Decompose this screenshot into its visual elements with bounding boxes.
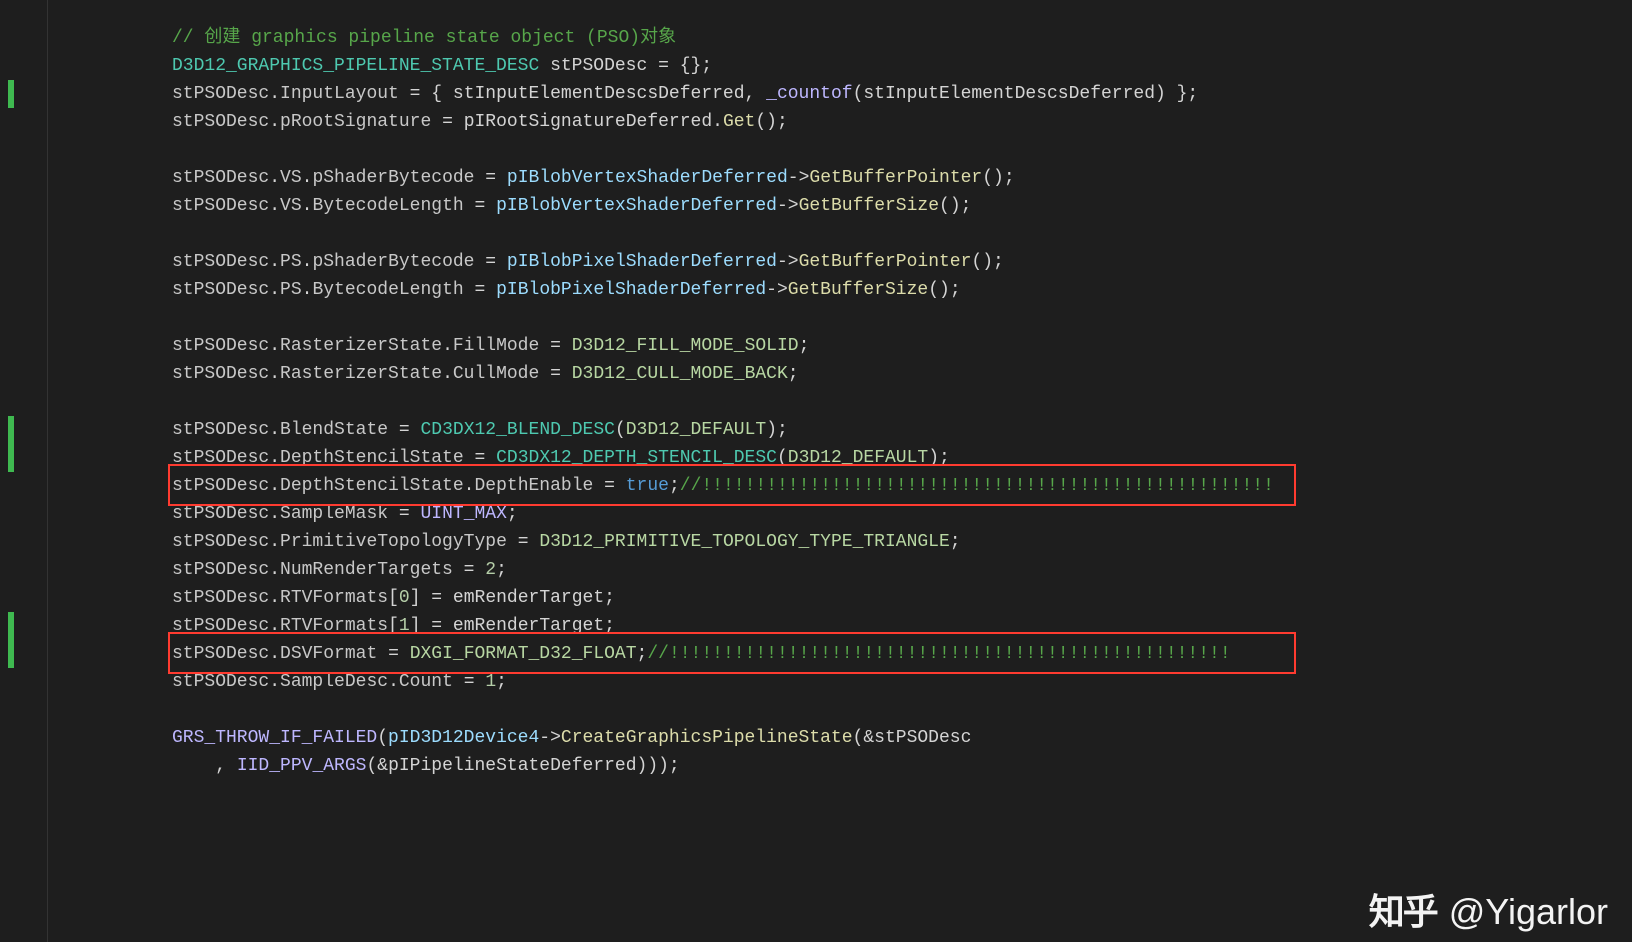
- code-line[interactable]: stPSODesc.DepthStencilState.DepthEnable …: [172, 472, 1632, 500]
- code-content[interactable]: // 创建 graphics pipeline state object (PS…: [64, 0, 1632, 942]
- code-line[interactable]: stPSODesc.PS.pShaderBytecode = pIBlobPix…: [172, 248, 1632, 276]
- code-line[interactable]: stPSODesc.NumRenderTargets = 2;: [172, 556, 1632, 584]
- fold-column: [48, 0, 64, 942]
- code-line[interactable]: [172, 696, 1632, 724]
- code-line[interactable]: stPSODesc.PrimitiveTopologyType = D3D12_…: [172, 528, 1632, 556]
- change-mark-icon: [8, 80, 14, 108]
- code-line[interactable]: [172, 136, 1632, 164]
- code-editor[interactable]: // 创建 graphics pipeline state object (PS…: [0, 0, 1632, 942]
- code-line[interactable]: stPSODesc.SampleMask = UINT_MAX;: [172, 500, 1632, 528]
- code-line[interactable]: // 创建 graphics pipeline state object (PS…: [172, 24, 1632, 52]
- code-line[interactable]: stPSODesc.RTVFormats[1] = emRenderTarget…: [172, 612, 1632, 640]
- code-line[interactable]: stPSODesc.DSVFormat = DXGI_FORMAT_D32_FL…: [172, 640, 1632, 668]
- code-line[interactable]: stPSODesc.VS.pShaderBytecode = pIBlobVer…: [172, 164, 1632, 192]
- code-line[interactable]: stPSODesc.PS.BytecodeLength = pIBlobPixe…: [172, 276, 1632, 304]
- code-line[interactable]: stPSODesc.VS.BytecodeLength = pIBlobVert…: [172, 192, 1632, 220]
- code-line[interactable]: stPSODesc.BlendState = CD3DX12_BLEND_DES…: [172, 416, 1632, 444]
- zhihu-logo-icon: 知乎: [1369, 898, 1437, 926]
- change-mark-icon: [8, 612, 14, 668]
- code-line[interactable]: stPSODesc.RasterizerState.FillMode = D3D…: [172, 332, 1632, 360]
- code-line[interactable]: D3D12_GRAPHICS_PIPELINE_STATE_DESC stPSO…: [172, 52, 1632, 80]
- code-line[interactable]: [172, 388, 1632, 416]
- code-line[interactable]: stPSODesc.pRootSignature = pIRootSignatu…: [172, 108, 1632, 136]
- watermark-author: @Yigarlor: [1449, 898, 1608, 926]
- code-line[interactable]: stPSODesc.DepthStencilState = CD3DX12_DE…: [172, 444, 1632, 472]
- code-line[interactable]: GRS_THROW_IF_FAILED(pID3D12Device4->Crea…: [172, 724, 1632, 752]
- change-mark-icon: [8, 416, 14, 472]
- code-line[interactable]: stPSODesc.RTVFormats[0] = emRenderTarget…: [172, 584, 1632, 612]
- code-line[interactable]: [172, 220, 1632, 248]
- code-line[interactable]: [172, 304, 1632, 332]
- watermark: 知乎 @Yigarlor: [1369, 898, 1608, 926]
- code-line[interactable]: stPSODesc.SampleDesc.Count = 1;: [172, 668, 1632, 696]
- code-line[interactable]: stPSODesc.RasterizerState.CullMode = D3D…: [172, 360, 1632, 388]
- editor-gutter: [0, 0, 48, 942]
- code-line[interactable]: stPSODesc.InputLayout = { stInputElement…: [172, 80, 1632, 108]
- code-line[interactable]: , IID_PPV_ARGS(&pIPipelineStateDeferred)…: [172, 752, 1632, 780]
